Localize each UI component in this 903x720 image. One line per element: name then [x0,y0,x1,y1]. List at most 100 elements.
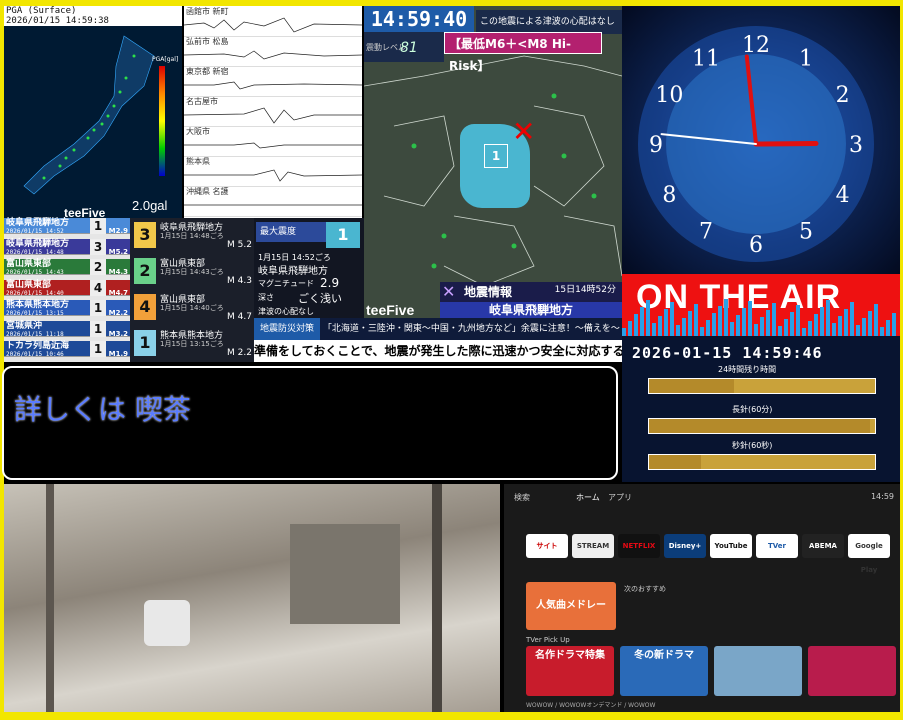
detail-time: 1月15日 14:40ごろ [160,304,224,312]
quake-magnitude: M2.2 [108,309,128,317]
clock-numeral: 11 [692,46,720,71]
quake-intensity: 1 [90,341,106,357]
disaster-prep-text: 「北海道・三陸沖・関東～中国・九州地方など」余震に注意！～備えを～ [322,324,620,334]
pickup-label: TVer Pick Up [526,636,570,644]
tv-content-tile[interactable] [714,646,802,696]
tv-app-tile[interactable]: ABEMA [802,534,844,558]
level-bar [700,327,704,336]
level-bar [790,312,794,336]
quake-list-row: 宮城県沖 2026/01/15 11:18 M3.2 1 [4,320,130,338]
quake-intensity: 1 [90,218,106,234]
tsunami-status: この地震による津波の心配はなし [476,10,622,34]
datetime-readout: 2026-01-15 14:59:46 [632,344,823,362]
second-hand-bar-fill [649,455,701,469]
quake-marker-icon: ✕ [442,282,456,301]
summary-place: 岐阜県飛騨地方 [258,266,328,277]
seismic-map-panel: PGA (Surface) 2026/01/15 14:59:38 PGA[ga… [4,6,182,218]
quake-list-row: 熊本県熊本地方 2026/01/15 13:15 M2.2 1 [4,300,130,317]
detail-magnitude: M 2.2 [227,348,252,358]
detail-row: 1 熊本県熊本地方 1月15日 13:15ごろ M 2.2 [130,326,254,362]
tv-app-tile[interactable]: YouTube [710,534,752,558]
max-intensity-value: 1 [326,222,360,248]
promo-tile[interactable]: 人気曲メドレー [526,582,616,630]
level-bar [634,314,638,336]
tv-app-tile[interactable]: STREAM [572,534,614,558]
tv-app-tile[interactable]: Google Play [848,534,890,574]
tv-app-tile[interactable]: TVer [756,534,798,558]
tv-nav-search[interactable]: 検索 [514,492,530,503]
quake-list-row: 岐阜県飛騨地方 2026/01/15 14:52 M2.9 1 [4,218,130,235]
level-bar [676,325,680,336]
level-bar [832,323,836,336]
level-bar [658,316,662,336]
level-bar [688,311,692,336]
level-bar [886,320,890,336]
level-bar [802,328,806,336]
quake-magnitude: M2.9 [108,227,128,235]
level-bar [760,317,764,336]
tv-nav-home[interactable]: ホーム [576,492,600,503]
quake-magnitude: M4.7 [108,288,128,297]
waveform-trace [184,204,362,206]
clock-numeral: 5 [799,220,813,245]
level-bar [706,320,710,336]
quake-date: 2026/01/15 14:52 [6,228,64,235]
building [290,524,400,624]
quake-history-list: 岐阜県飛騨地方 2026/01/15 14:52 M2.9 1 岐阜県飛騨地方 2026/… [4,218,130,362]
quake-region: 岐阜県飛騨地方 [440,302,622,318]
epicenter-icon: ✕ [512,115,536,148]
tv-nav-apps[interactable]: アプリ [608,492,632,503]
time-progress-panel: 2026-01-15 14:59:46 24時間残り時間 長針(60分) 秒針(… [622,336,900,482]
quake-intensity: 1 [90,300,106,316]
center-map-panel: 1 ✕ 14:59:40 この地震による津波の心配はなし 震動レベル 81 【最… [364,6,622,318]
detail-magnitude: M 4.3 [227,276,252,286]
level-bar [712,313,716,336]
level-bar [850,302,854,336]
level-bar [862,318,866,336]
level-bar [694,304,698,336]
summary-depth: ごく浅い [298,292,342,305]
level-bar [838,316,842,336]
clock-numeral: 10 [655,83,683,108]
level-bar [814,314,818,336]
level-bar [874,304,878,336]
quake-intensity: 4 [90,279,106,296]
tv-app-tile[interactable]: サイト [526,534,568,558]
tv-app-tile[interactable]: NETFLIX [618,534,660,558]
level-bar [892,313,896,336]
quake-info-label: 地震情報 [464,285,513,299]
tv-content-tile[interactable] [808,646,896,696]
clock-numeral: 8 [662,183,676,208]
frame-bottom [0,712,903,720]
level-bar [856,325,860,336]
quake-intensity: 1 [90,320,106,337]
clock-numeral: 12 [742,33,770,58]
tv-app-tile[interactable]: Disney+ [664,534,706,558]
wave-row: 弘前市 松島 [184,36,362,67]
detail-intensity: 2 [134,258,156,284]
detail-time: 1月15日 14:48ごろ [160,232,224,240]
tv-content-tile[interactable]: 名作ドラマ特集 [526,646,614,696]
level-bar [808,321,812,336]
detail-time: 1月15日 14:43ごろ [160,268,224,276]
quake-magnitude: M5.2 [108,247,128,256]
quake-date: 2026/01/15 10:46 [6,351,64,358]
wave-row: 函館市 新町 [184,6,362,37]
tv-home-screen: 検索 ホーム アプリ 14:59 サイト STREAM NETFLIX Disney+… [504,484,900,712]
quake-date: 2026/01/15 14:40 [6,289,64,297]
center-brand: teeFive [366,302,415,318]
detail-intensity: 3 [134,222,156,248]
disaster-prep-tag: 地震防災対策 [254,318,321,340]
quake-intensity: 2 [90,259,106,275]
detail-row: 3 岐阜県飛騨地方 1月15日 14:48ごろ M 5.2 [130,218,254,254]
quake-date: 2026/01/15 14:48 [6,248,64,256]
chat-message-box: 詳しくは 喫茶 [2,366,618,480]
summary-depth-label: 深さ [258,293,274,302]
wave-row: 大阪市 [184,126,362,157]
waveform-panel: 函館市 新町 弘前市 松島 東京都 新宿 名古屋市 大阪市 熊本県 沖縄県 名護 [184,6,362,218]
detail-intensity: 1 [134,330,156,356]
tv-content-tile[interactable]: 冬の新ドラマ [620,646,708,696]
wave-row: 熊本県 [184,156,362,187]
second-hand-label: 秒針(60秒) [732,441,773,450]
detail-row: 2 富山県東部 1月15日 14:43ごろ M 4.3 [130,254,254,290]
